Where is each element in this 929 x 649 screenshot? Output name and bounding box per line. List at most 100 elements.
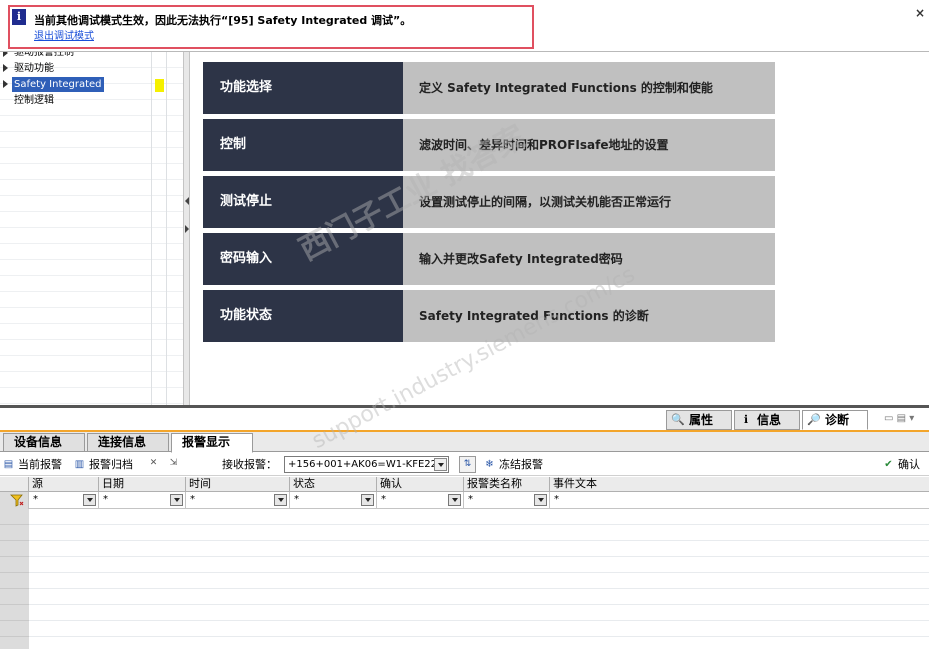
export-alarms-icon[interactable]: ⇲: [165, 456, 182, 473]
receive-alarms-label: 接收报警：: [222, 458, 277, 471]
tree-column-divider: [151, 52, 152, 405]
receive-alarms-value: +156+001+AK06=W1-KFE222: [288, 459, 444, 470]
grid-filter-row: * * * * * * *: [0, 492, 929, 509]
function-row: 功能状态 Safety Integrated Functions 的诊断: [203, 290, 775, 342]
current-alarms-label: 当前报警: [18, 458, 62, 471]
column-header-source[interactable]: 源: [29, 477, 99, 492]
corner-cell: [0, 477, 29, 492]
password-entry-button[interactable]: 密码输入: [203, 233, 403, 285]
tree-item-drive-functions[interactable]: 驱动功能: [14, 61, 54, 76]
filter-value: *: [468, 494, 473, 505]
alarm-archive-button[interactable]: ▥ 报警归档: [71, 456, 133, 473]
tab-diagnostics[interactable]: 🔎 诊断: [802, 410, 868, 430]
function-row: 密码输入 输入并更改Safety Integrated密码: [203, 233, 775, 285]
column-header-time[interactable]: 时间: [186, 477, 290, 492]
receive-alarms-select[interactable]: +156+001+AK06=W1-KFE222: [284, 456, 449, 473]
column-header-event-text[interactable]: 事件文本: [550, 477, 929, 492]
info-icon: ℹ: [743, 413, 749, 426]
chevron-down-icon[interactable]: [448, 494, 461, 506]
expand-arrow-icon[interactable]: [3, 64, 8, 72]
tab-device-info[interactable]: 设备信息: [3, 433, 85, 452]
notification-message: 当前其他调试模式生效，因此无法执行“[95] Safety Integrated…: [34, 14, 412, 27]
filter-acknowledge[interactable]: *: [377, 492, 464, 509]
expand-arrow-icon[interactable]: [3, 52, 8, 57]
tab-diagnostics-label: 诊断: [825, 413, 850, 427]
acknowledge-button[interactable]: ✔ 确认: [880, 456, 920, 473]
alarm-archive-label: 报警归档: [89, 458, 133, 471]
properties-icon: 🔍: [671, 413, 685, 426]
chevron-down-icon[interactable]: [534, 494, 547, 506]
filter-corner: [0, 492, 29, 509]
filter-status[interactable]: *: [290, 492, 377, 509]
filter-date[interactable]: *: [99, 492, 186, 509]
grid-header: 源 日期 时间 状态 确认 报警类名称 事件文本: [0, 477, 929, 492]
checkmark-icon: ✔: [884, 459, 893, 470]
safety-function-overview: 功能选择 定义 Safety Integrated Functions 的控制和…: [190, 52, 929, 405]
tree-item-control-logic[interactable]: 控制逻辑: [14, 93, 54, 108]
function-description: 滤波时间、差异时间和PROFIsafe地址的设置: [403, 119, 775, 171]
tree-column-divider: [166, 52, 167, 405]
function-selection-button[interactable]: 功能选择: [203, 62, 403, 114]
tab-properties[interactable]: 🔍 属性: [666, 410, 732, 430]
freeze-alarms-icon: ❄: [485, 459, 494, 470]
function-description: 输入并更改Safety Integrated密码: [403, 233, 775, 285]
filter-time[interactable]: *: [186, 492, 290, 509]
function-status-button[interactable]: 功能状态: [203, 290, 403, 342]
freeze-alarms-button[interactable]: ❄ 冻结报警: [481, 456, 543, 473]
filter-alarm-class[interactable]: *: [464, 492, 550, 509]
tree-item-safety-integrated[interactable]: Safety Integrated: [12, 77, 104, 92]
filter-event-text[interactable]: *: [550, 492, 929, 509]
function-row: 控制 滤波时间、差异时间和PROFIsafe地址的设置: [203, 119, 775, 171]
function-row: 功能选择 定义 Safety Integrated Functions 的控制和…: [203, 62, 775, 114]
column-header-status[interactable]: 状态: [290, 477, 377, 492]
function-description: 定义 Safety Integrated Functions 的控制和使能: [403, 62, 775, 114]
control-button[interactable]: 控制: [203, 119, 403, 171]
diagnostics-sub-tabs: 设备信息 连接信息 报警显示: [0, 432, 929, 453]
expand-arrow-icon[interactable]: [3, 80, 8, 88]
current-alarms-button[interactable]: ▤ 当前报警: [0, 456, 62, 473]
notification-highlight: i 当前其他调试模式生效，因此无法执行“[95] Safety Integrat…: [8, 5, 534, 49]
inspector-tab-bar: 🔍 属性 ℹ 信息 🔎 诊断 ▭ ▤ ▾: [0, 408, 929, 431]
tab-connection-info[interactable]: 连接信息: [87, 433, 169, 452]
tab-properties-label: 属性: [689, 413, 714, 427]
clear-alarms-icon[interactable]: ✕: [145, 456, 162, 473]
project-tree: 驱动报警控制 驱动功能 Safety Integrated 控制逻辑: [0, 52, 183, 405]
exit-commissioning-link[interactable]: 退出调试模式: [34, 27, 94, 42]
filter-source[interactable]: *: [29, 492, 99, 509]
current-alarms-icon: ▤: [3, 459, 14, 470]
filter-value: *: [381, 494, 386, 505]
chevron-down-icon[interactable]: [361, 494, 374, 506]
alarm-archive-icon: ▥: [74, 459, 85, 470]
column-header-acknowledge[interactable]: 确认: [377, 477, 464, 492]
close-icon[interactable]: ×: [915, 6, 925, 20]
notification-bar: i 当前其他调试模式生效，因此无法执行“[95] Safety Integrat…: [0, 0, 929, 52]
diagnostics-icon: 🔎: [807, 413, 821, 426]
status-marker: [155, 79, 164, 92]
panel-splitter[interactable]: [183, 52, 190, 405]
alarm-grid: 源 日期 时间 状态 确认 报警类名称 事件文本 * * * * * * *: [0, 477, 929, 649]
app-window: i 当前其他调试模式生效，因此无法执行“[95] Safety Integrat…: [0, 0, 929, 649]
function-row: 测试停止 设置测试停止的间隔，以测试关机能否正常运行: [203, 176, 775, 228]
collapse-left-icon[interactable]: [185, 197, 189, 205]
function-description: Safety Integrated Functions 的诊断: [403, 290, 775, 342]
expand-right-icon[interactable]: [185, 225, 189, 233]
chevron-down-icon[interactable]: [274, 494, 287, 506]
tree-item-drive-control[interactable]: 驱动报警控制: [14, 52, 74, 60]
filter-icon[interactable]: [10, 494, 24, 507]
panel-layout-icons[interactable]: ▭ ▤ ▾: [884, 413, 914, 424]
sort-icon[interactable]: ⇅: [459, 456, 476, 473]
column-header-date[interactable]: 日期: [99, 477, 186, 492]
filter-value: *: [190, 494, 195, 505]
chevron-down-icon[interactable]: [434, 458, 447, 471]
alarm-toolbar: ▤ 当前报警 ▥ 报警归档 ✕ ⇲ 接收报警： +156+001+AK06=W1…: [0, 453, 929, 476]
tab-info[interactable]: ℹ 信息: [734, 410, 800, 430]
freeze-alarms-label: 冻结报警: [499, 458, 543, 471]
row-header-column: [0, 509, 29, 649]
column-header-alarm-class[interactable]: 报警类名称: [464, 477, 550, 492]
test-stop-button[interactable]: 测试停止: [203, 176, 403, 228]
tab-alarm-display[interactable]: 报警显示: [171, 433, 253, 453]
chevron-down-icon[interactable]: [170, 494, 183, 506]
chevron-down-icon[interactable]: [83, 494, 96, 506]
function-description: 设置测试停止的间隔，以测试关机能否正常运行: [403, 176, 775, 228]
acknowledge-label: 确认: [898, 458, 920, 471]
